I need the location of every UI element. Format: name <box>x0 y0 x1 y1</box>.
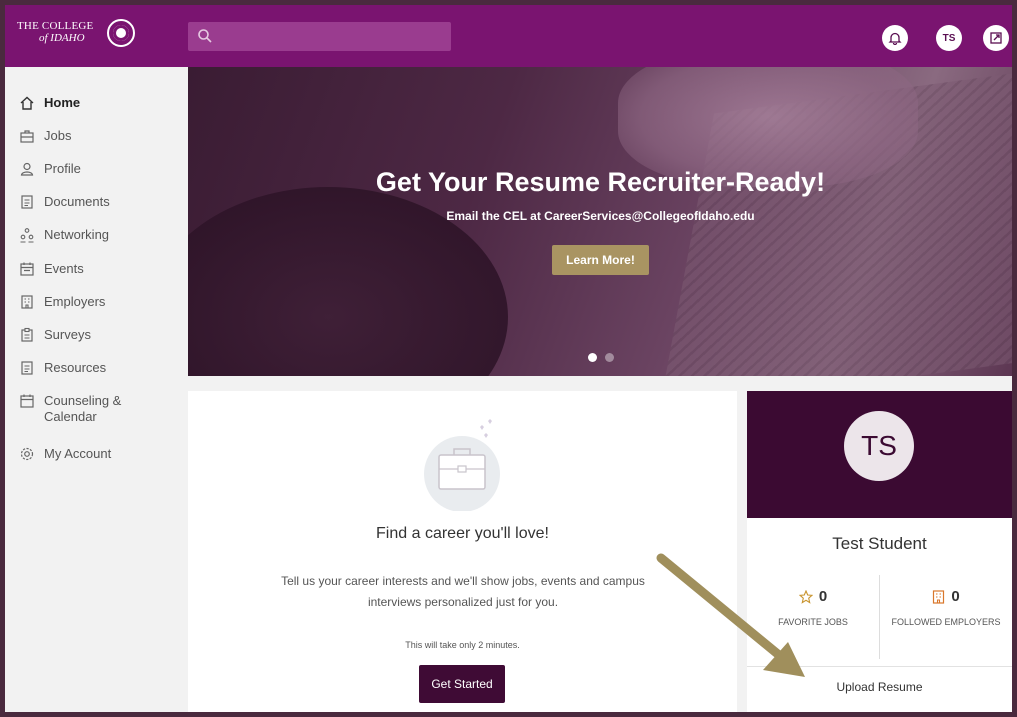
sidebar-item-label: Documents <box>44 194 110 209</box>
college-seal-icon <box>107 19 135 47</box>
carousel-dot[interactable] <box>605 353 614 362</box>
sidebar-item-label: Counseling & Calendar <box>44 393 121 425</box>
calendar-icon <box>20 262 34 276</box>
sidebar-item-jobs[interactable]: Jobs <box>5 121 185 151</box>
carousel-dot-active[interactable] <box>588 353 597 362</box>
learn-more-button[interactable]: Learn More! <box>552 245 649 275</box>
notifications-button[interactable] <box>882 25 908 51</box>
external-link-button[interactable] <box>983 25 1009 51</box>
top-bar: THE COLLEGE of IDAHO TS <box>5 5 1012 67</box>
briefcase-illustration-icon <box>424 419 500 511</box>
sidebar-item-label: Employers <box>44 294 106 309</box>
sidebar-item-label: Jobs <box>44 128 72 143</box>
sidebar-item-label-line2: Calendar <box>44 409 97 424</box>
search-icon <box>198 29 212 43</box>
sidebar-item-employers[interactable]: Employers <box>5 287 185 317</box>
document-icon <box>21 361 33 375</box>
sidebar-item-my-account[interactable]: My Account <box>5 439 185 469</box>
app-window: THE COLLEGE of IDAHO TS Home Jobs Profil… <box>5 5 1012 712</box>
clipboard-icon <box>21 327 33 342</box>
sidebar-nav: Home Jobs Profile Documents Networking E… <box>5 67 187 712</box>
career-card-title: Find a career you'll love! <box>376 525 549 542</box>
hero-banner: Get Your Resume Recruiter-Ready! Email t… <box>188 67 1012 376</box>
college-logo[interactable]: THE COLLEGE of IDAHO <box>17 19 135 51</box>
sidebar-item-profile[interactable]: Profile <box>5 154 185 184</box>
home-icon <box>20 96 34 110</box>
sidebar-item-label-line1: Counseling & <box>44 393 122 408</box>
gear-icon <box>20 447 34 461</box>
sidebar-item-documents[interactable]: Documents <box>5 187 185 217</box>
followed-employers-count: 0 <box>951 588 960 605</box>
followed-employers-label: FOLLOWED EMPLOYERS <box>891 617 1001 627</box>
get-started-button[interactable]: Get Started <box>419 665 505 703</box>
sidebar-item-label: Profile <box>44 161 81 176</box>
person-icon <box>20 162 34 176</box>
network-icon <box>20 228 34 243</box>
hero-title: Get Your Resume Recruiter-Ready! <box>375 167 826 197</box>
briefcase-icon <box>20 130 34 143</box>
sidebar-item-label: Surveys <box>44 327 91 342</box>
sidebar-item-counseling-calendar[interactable]: Counseling & Calendar <box>5 386 185 430</box>
career-card-description: Tell us your career interests and we'll … <box>281 574 645 609</box>
sidebar-item-label: Networking <box>44 227 110 242</box>
search-input[interactable] <box>188 22 451 51</box>
sidebar-item-label: My Account <box>44 446 112 461</box>
followed-employers-stat[interactable]: 0 FOLLOWED EMPLOYERS <box>880 588 1012 627</box>
annotation-arrow-icon <box>656 553 805 677</box>
sidebar-item-networking[interactable]: Networking <box>5 220 185 250</box>
building-icon <box>21 295 33 309</box>
document-icon <box>21 195 33 209</box>
external-link-icon <box>990 32 1002 44</box>
profile-card-header: TS <box>747 391 1012 518</box>
sidebar-item-label: Resources <box>44 360 107 375</box>
logo-text-line1: THE COLLEGE <box>17 20 94 32</box>
calendar-icon <box>20 394 34 408</box>
bell-icon <box>888 32 902 45</box>
avatar[interactable]: TS <box>844 411 914 481</box>
sidebar-item-home[interactable]: Home <box>5 88 185 118</box>
building-icon <box>933 589 945 604</box>
sidebar-item-surveys[interactable]: Surveys <box>5 320 185 350</box>
sidebar-item-resources[interactable]: Resources <box>5 353 185 383</box>
hero-subtitle: Email the CEL at CareerServices@Collegeo… <box>446 209 755 223</box>
user-menu-button[interactable]: TS <box>936 25 962 51</box>
sidebar-item-events[interactable]: Events <box>5 254 185 284</box>
sidebar-item-label: Events <box>44 261 84 276</box>
sidebar-item-label: Home <box>44 95 81 110</box>
logo-text-line2: of IDAHO <box>39 32 85 44</box>
